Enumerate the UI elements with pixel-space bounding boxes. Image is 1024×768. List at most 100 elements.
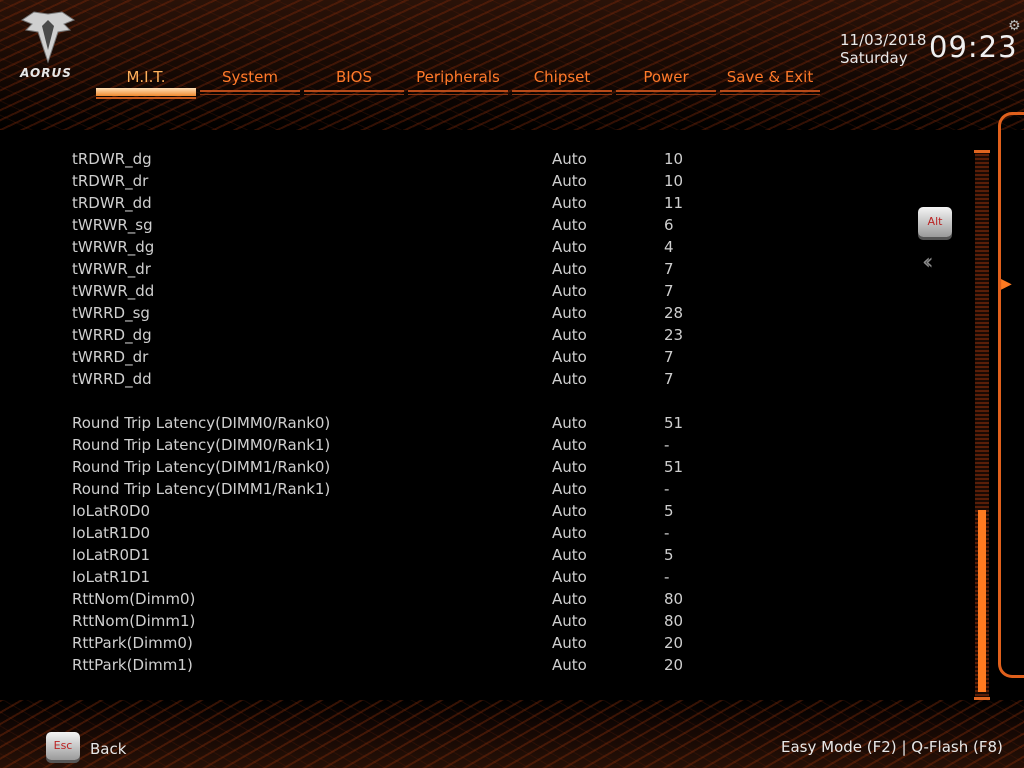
- setting-name: tRDWR_dd: [72, 194, 152, 212]
- tab-label: M.I.T.: [126, 68, 166, 86]
- setting-name: IoLatR0D0: [72, 502, 151, 520]
- scrollbar-bottom-cap: [974, 697, 990, 700]
- setting-option: Auto: [552, 260, 587, 278]
- setting-option: Auto: [552, 634, 587, 652]
- tab-mit[interactable]: M.I.T.: [96, 66, 196, 99]
- setting-row[interactable]: tWRWR_dd Auto 7: [72, 280, 732, 302]
- setting-name: Round Trip Latency(DIMM1/Rank0): [72, 458, 331, 476]
- esc-key-button[interactable]: Esc: [46, 732, 80, 760]
- setting-value: 23: [664, 326, 684, 344]
- setting-option: Auto: [552, 370, 587, 388]
- setting-name: RttPark(Dimm0): [72, 634, 193, 652]
- setting-option: Auto: [552, 348, 587, 366]
- tab-label: Peripherals: [416, 68, 500, 86]
- setting-name: RttPark(Dimm1): [72, 656, 193, 674]
- setting-row[interactable]: tWRRD_sg Auto 28: [72, 302, 732, 324]
- separator: |: [901, 738, 907, 756]
- setting-row[interactable]: tRDWR_dr Auto 10: [72, 170, 732, 192]
- arrow-right-icon[interactable]: ▶: [1001, 276, 1012, 292]
- setting-option: Auto: [552, 326, 587, 344]
- setting-value: 20: [664, 656, 684, 674]
- tab-power[interactable]: Power: [616, 66, 716, 96]
- setting-value: -: [664, 480, 670, 498]
- setting-option: Auto: [552, 524, 587, 542]
- setting-value: 6: [664, 216, 674, 234]
- setting-value: 7: [664, 260, 674, 278]
- setting-row[interactable]: RttNom(Dimm1) Auto 80: [72, 610, 732, 632]
- setting-value: -: [664, 524, 670, 542]
- footer-links: Easy Mode (F2) | Q-Flash (F8): [781, 738, 1003, 756]
- setting-option: Auto: [552, 216, 587, 234]
- double-chevron-left-icon[interactable]: ‹‹: [922, 250, 933, 275]
- setting-row[interactable]: Round Trip Latency(DIMM1/Rank0) Auto 51: [72, 456, 732, 478]
- setting-name: IoLatR1D0: [72, 524, 151, 542]
- easy-mode-button[interactable]: Easy Mode (F2): [781, 738, 897, 756]
- setting-option: Auto: [552, 238, 587, 256]
- tab-save-exit[interactable]: Save & Exit: [720, 66, 820, 96]
- tab-chipset[interactable]: Chipset: [512, 66, 612, 96]
- setting-row[interactable]: Round Trip Latency(DIMM0/Rank0) Auto 51: [72, 412, 732, 434]
- setting-row[interactable]: tWRRD_dd Auto 7: [72, 368, 732, 390]
- setting-name: tRDWR_dr: [72, 172, 149, 190]
- setting-row[interactable]: RttPark(Dimm1) Auto 20: [72, 654, 732, 676]
- setting-name: IoLatR1D1: [72, 568, 151, 586]
- setting-row[interactable]: tWRWR_dg Auto 4: [72, 236, 732, 258]
- alt-key-button[interactable]: Alt: [918, 207, 952, 237]
- setting-row[interactable]: IoLatR1D1 Auto -: [72, 566, 732, 588]
- setting-name: tWRWR_dr: [72, 260, 151, 278]
- setting-row[interactable]: RttPark(Dimm0) Auto 20: [72, 632, 732, 654]
- setting-value: 10: [664, 150, 684, 168]
- setting-row[interactable]: Round Trip Latency(DIMM1/Rank1) Auto -: [72, 478, 732, 500]
- setting-row[interactable]: RttNom(Dimm0) Auto 80: [72, 588, 732, 610]
- back-button[interactable]: Back: [90, 740, 126, 758]
- tab-system[interactable]: System: [200, 66, 300, 96]
- setting-row[interactable]: tWRRD_dr Auto 7: [72, 346, 732, 368]
- logo-text: AORUS: [20, 66, 72, 80]
- setting-value: 4: [664, 238, 674, 256]
- side-panel-tab[interactable]: [998, 112, 1024, 678]
- setting-row[interactable]: Round Trip Latency(DIMM0/Rank1) Auto -: [72, 434, 732, 456]
- tab-bios[interactable]: BIOS: [304, 66, 404, 96]
- setting-option: Auto: [552, 612, 587, 630]
- setting-row[interactable]: tRDWR_dg Auto 10: [72, 148, 732, 170]
- setting-value: 7: [664, 348, 674, 366]
- setting-option: Auto: [552, 480, 587, 498]
- setting-row[interactable]: tWRWR_sg Auto 6: [72, 214, 732, 236]
- setting-value: -: [664, 436, 670, 454]
- setting-row[interactable]: tWRWR_dr Auto 7: [72, 258, 732, 280]
- date-display: 11/03/2018 Saturday: [840, 31, 926, 67]
- setting-option: Auto: [552, 304, 587, 322]
- qflash-button[interactable]: Q-Flash (F8): [911, 738, 1003, 756]
- setting-option: Auto: [552, 194, 587, 212]
- footer-background: [0, 700, 1024, 768]
- setting-option: Auto: [552, 282, 587, 300]
- setting-name: RttNom(Dimm1): [72, 612, 196, 630]
- setting-row[interactable]: IoLatR0D0 Auto 5: [72, 500, 732, 522]
- setting-row[interactable]: IoLatR0D1 Auto 5: [72, 544, 732, 566]
- setting-value: 10: [664, 172, 684, 190]
- setting-name: tWRRD_dg: [72, 326, 152, 344]
- setting-value: 28: [664, 304, 684, 322]
- setting-value: 7: [664, 282, 674, 300]
- setting-option: Auto: [552, 502, 587, 520]
- gear-icon[interactable]: ⚙: [1008, 18, 1021, 34]
- day-text: Saturday: [840, 49, 908, 67]
- setting-value: 11: [664, 194, 684, 212]
- setting-option: Auto: [552, 172, 587, 190]
- setting-row[interactable]: tRDWR_dd Auto 11: [72, 192, 732, 214]
- setting-name: tWRWR_dg: [72, 238, 155, 256]
- tab-label: BIOS: [335, 68, 373, 86]
- tab-peripherals[interactable]: Peripherals: [408, 66, 508, 96]
- setting-row[interactable]: tWRRD_dg Auto 23: [72, 324, 732, 346]
- tab-label: Chipset: [533, 68, 591, 86]
- setting-name: tRDWR_dg: [72, 150, 152, 168]
- scrollbar-thumb[interactable]: [978, 510, 986, 692]
- scrollbar[interactable]: [974, 150, 990, 700]
- scrollbar-top-cap: [974, 150, 990, 153]
- setting-row[interactable]: IoLatR1D0 Auto -: [72, 522, 732, 544]
- setting-name: tWRWR_sg: [72, 216, 153, 234]
- setting-option: Auto: [552, 568, 587, 586]
- setting-option: Auto: [552, 546, 587, 564]
- date-text: 11/03/2018: [840, 31, 927, 49]
